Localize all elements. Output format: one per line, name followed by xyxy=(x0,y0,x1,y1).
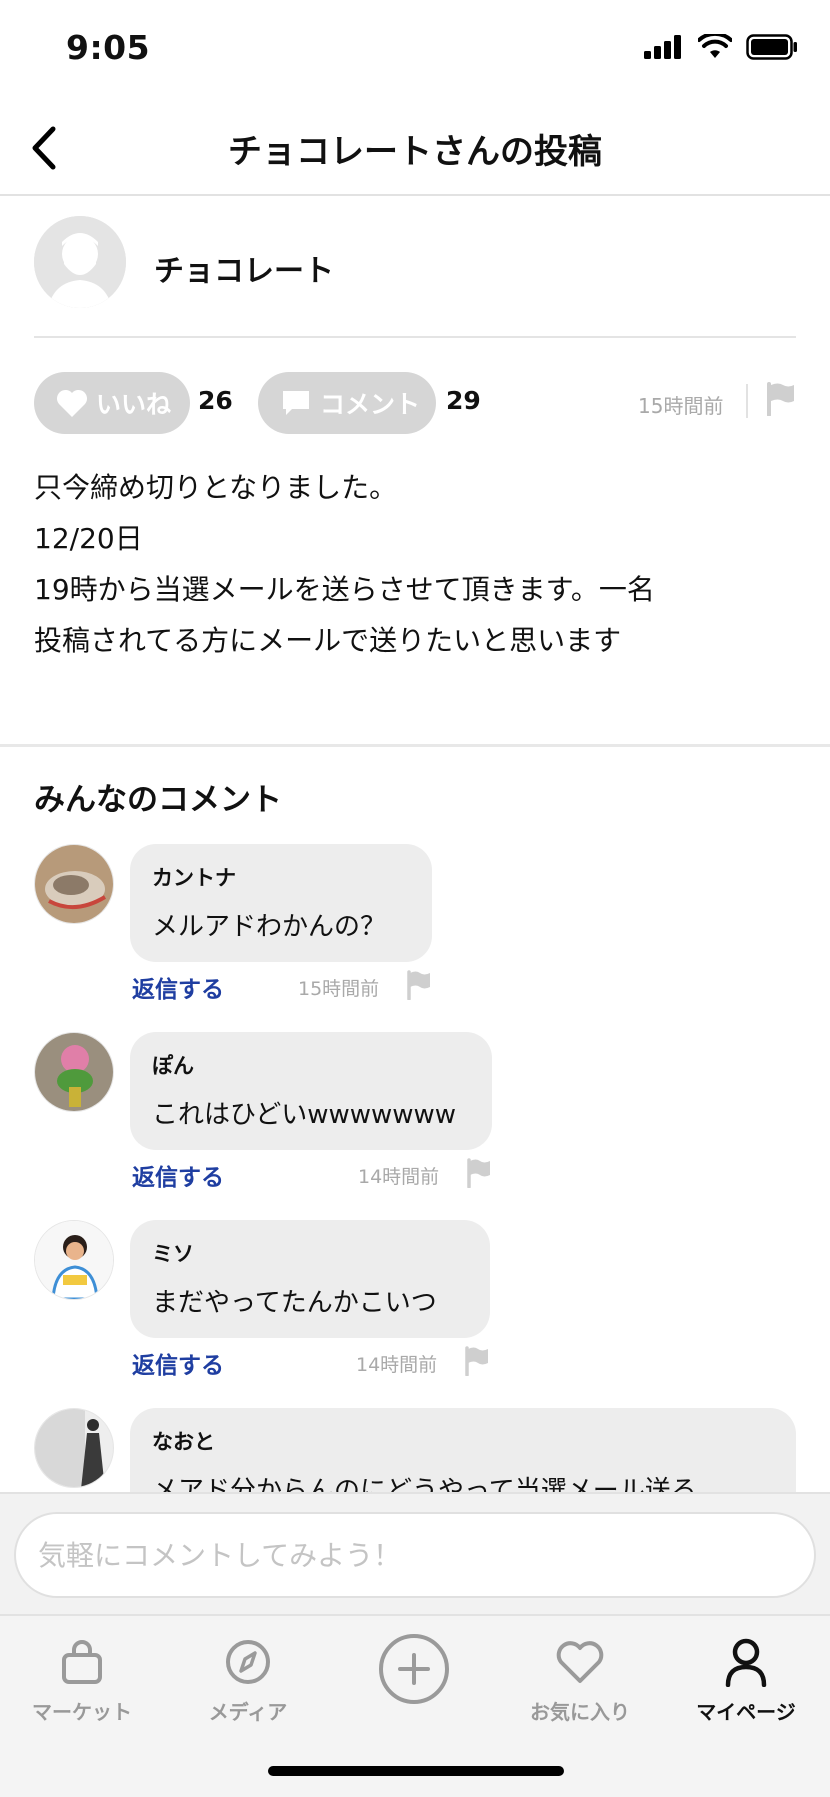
plus-circle-icon xyxy=(379,1634,449,1704)
status-bar: 9:05 xyxy=(0,0,830,100)
status-time: 9:05 xyxy=(66,28,151,67)
wifi-icon xyxy=(698,34,732,58)
commenter-avatar[interactable] xyxy=(34,1408,114,1488)
tab-label: マーケット xyxy=(32,1700,132,1724)
default-avatar-icon xyxy=(34,216,126,308)
tab-label: メディア xyxy=(208,1700,288,1724)
section-divider xyxy=(0,744,830,747)
person-photo xyxy=(35,1409,113,1487)
like-count: 26 xyxy=(198,386,233,415)
home-indicator xyxy=(268,1766,564,1776)
author-avatar[interactable] xyxy=(34,216,126,308)
comment-input-bar xyxy=(0,1492,830,1614)
reply-button[interactable]: 返信する xyxy=(132,1346,224,1380)
post-line: 12/20日 xyxy=(34,522,143,555)
compass-icon xyxy=(226,1640,270,1684)
commenter-name[interactable]: なおと xyxy=(152,1426,774,1456)
comment-bubble: ミソ まだやってたんかこいつ xyxy=(130,1220,490,1338)
comment-bubble: カントナ メルアドわかんの？ xyxy=(130,844,432,962)
post-body: 只今締め切りとなりました。 12/20日 19時から当選メールを送らさせて頂きま… xyxy=(34,462,796,666)
commenter-avatar[interactable] xyxy=(34,1032,114,1112)
comment-time: 14時間前 xyxy=(358,1166,440,1188)
comment-text: メルアドわかんの？ xyxy=(152,912,387,942)
post-time: 15時間前 xyxy=(638,394,724,418)
comment-count: 29 xyxy=(446,386,481,415)
battery-icon xyxy=(746,34,797,60)
comment-time: 14時間前 xyxy=(356,1354,438,1376)
post-line: 投稿されてる方にメールで送りたいと思います xyxy=(34,624,622,657)
like-button[interactable]: いいね xyxy=(34,372,190,434)
tab-media[interactable]: メディア xyxy=(178,1634,318,1725)
status-icons xyxy=(644,34,798,60)
comment-text: まだやってたんかこいつ xyxy=(152,1288,437,1318)
commenter-name[interactable]: カントナ xyxy=(152,862,410,892)
comment-text: メアド分からんのにどうやって当選メール送る xyxy=(152,1476,697,1492)
tab-mypage[interactable]: マイページ xyxy=(676,1634,816,1725)
reply-button[interactable]: 返信する xyxy=(132,970,224,1004)
flag-icon[interactable] xyxy=(406,970,432,1000)
post-line: 只今締め切りとなりました。 xyxy=(34,471,398,504)
bag-icon xyxy=(62,1640,102,1684)
reply-button[interactable]: 返信する xyxy=(132,1158,224,1192)
flag-icon[interactable] xyxy=(766,382,796,416)
heart-icon xyxy=(56,389,88,417)
speech-bubble-icon xyxy=(283,391,309,415)
comment-bubble: なおと メアド分からんのにどうやって当選メール送る xyxy=(130,1408,796,1492)
post-author: チョコレート xyxy=(34,216,796,338)
tab-label: お気に入り xyxy=(530,1700,630,1724)
post-line: 19時から当選メールを送らさせて頂きます。一名 xyxy=(34,573,655,606)
heart-icon xyxy=(556,1641,604,1683)
author-name[interactable]: チョコレート xyxy=(154,246,334,290)
comment-item: なおと メアド分からんのにどうやって当選メール送る xyxy=(34,1408,796,1492)
tab-post[interactable] xyxy=(344,1632,484,1706)
comment-time: 15時間前 xyxy=(298,978,380,1000)
nav-bar: チョコレートさんの投稿 xyxy=(0,100,830,196)
divider xyxy=(746,384,748,418)
comment-item: カントナ メルアドわかんの？ 返信する 15時間前 xyxy=(34,844,796,1004)
tab-favorites[interactable]: お気に入り xyxy=(510,1634,650,1725)
tab-market[interactable]: マーケット xyxy=(12,1634,152,1725)
comment-button[interactable]: コメント xyxy=(258,372,436,434)
flag-icon[interactable] xyxy=(466,1158,492,1188)
tab-label: マイページ xyxy=(696,1700,796,1724)
commenter-name[interactable]: ぽん xyxy=(152,1050,470,1080)
comment-item: ミソ まだやってたんかこいつ 返信する 14時間前 xyxy=(34,1220,796,1380)
sneaker-photo xyxy=(35,845,113,923)
commenter-name[interactable]: ミソ xyxy=(152,1238,468,1268)
comment-bubble: ぽん これはひどいwwwwwww xyxy=(130,1032,492,1150)
comment-item: ぽん これはひどいwwwwwww 返信する 14時間前 xyxy=(34,1032,796,1192)
commenter-avatar[interactable] xyxy=(34,844,114,924)
page-title: チョコレートさんの投稿 xyxy=(228,132,602,172)
like-label: いいね xyxy=(96,390,172,419)
post-actions: いいね 26 コメント 29 15時間前 xyxy=(34,372,796,434)
commenter-avatar[interactable] xyxy=(34,1220,114,1300)
child-photo xyxy=(35,1221,113,1299)
comment-label: コメント xyxy=(320,390,421,419)
figure-photo xyxy=(35,1033,113,1111)
flag-icon[interactable] xyxy=(464,1346,490,1376)
comment-text: これはひどいwwwwwww xyxy=(152,1100,457,1130)
comment-input[interactable] xyxy=(14,1512,816,1598)
person-icon xyxy=(725,1638,767,1687)
cellular-signal-icon xyxy=(644,35,681,59)
comments-title: みんなのコメント xyxy=(34,782,282,818)
